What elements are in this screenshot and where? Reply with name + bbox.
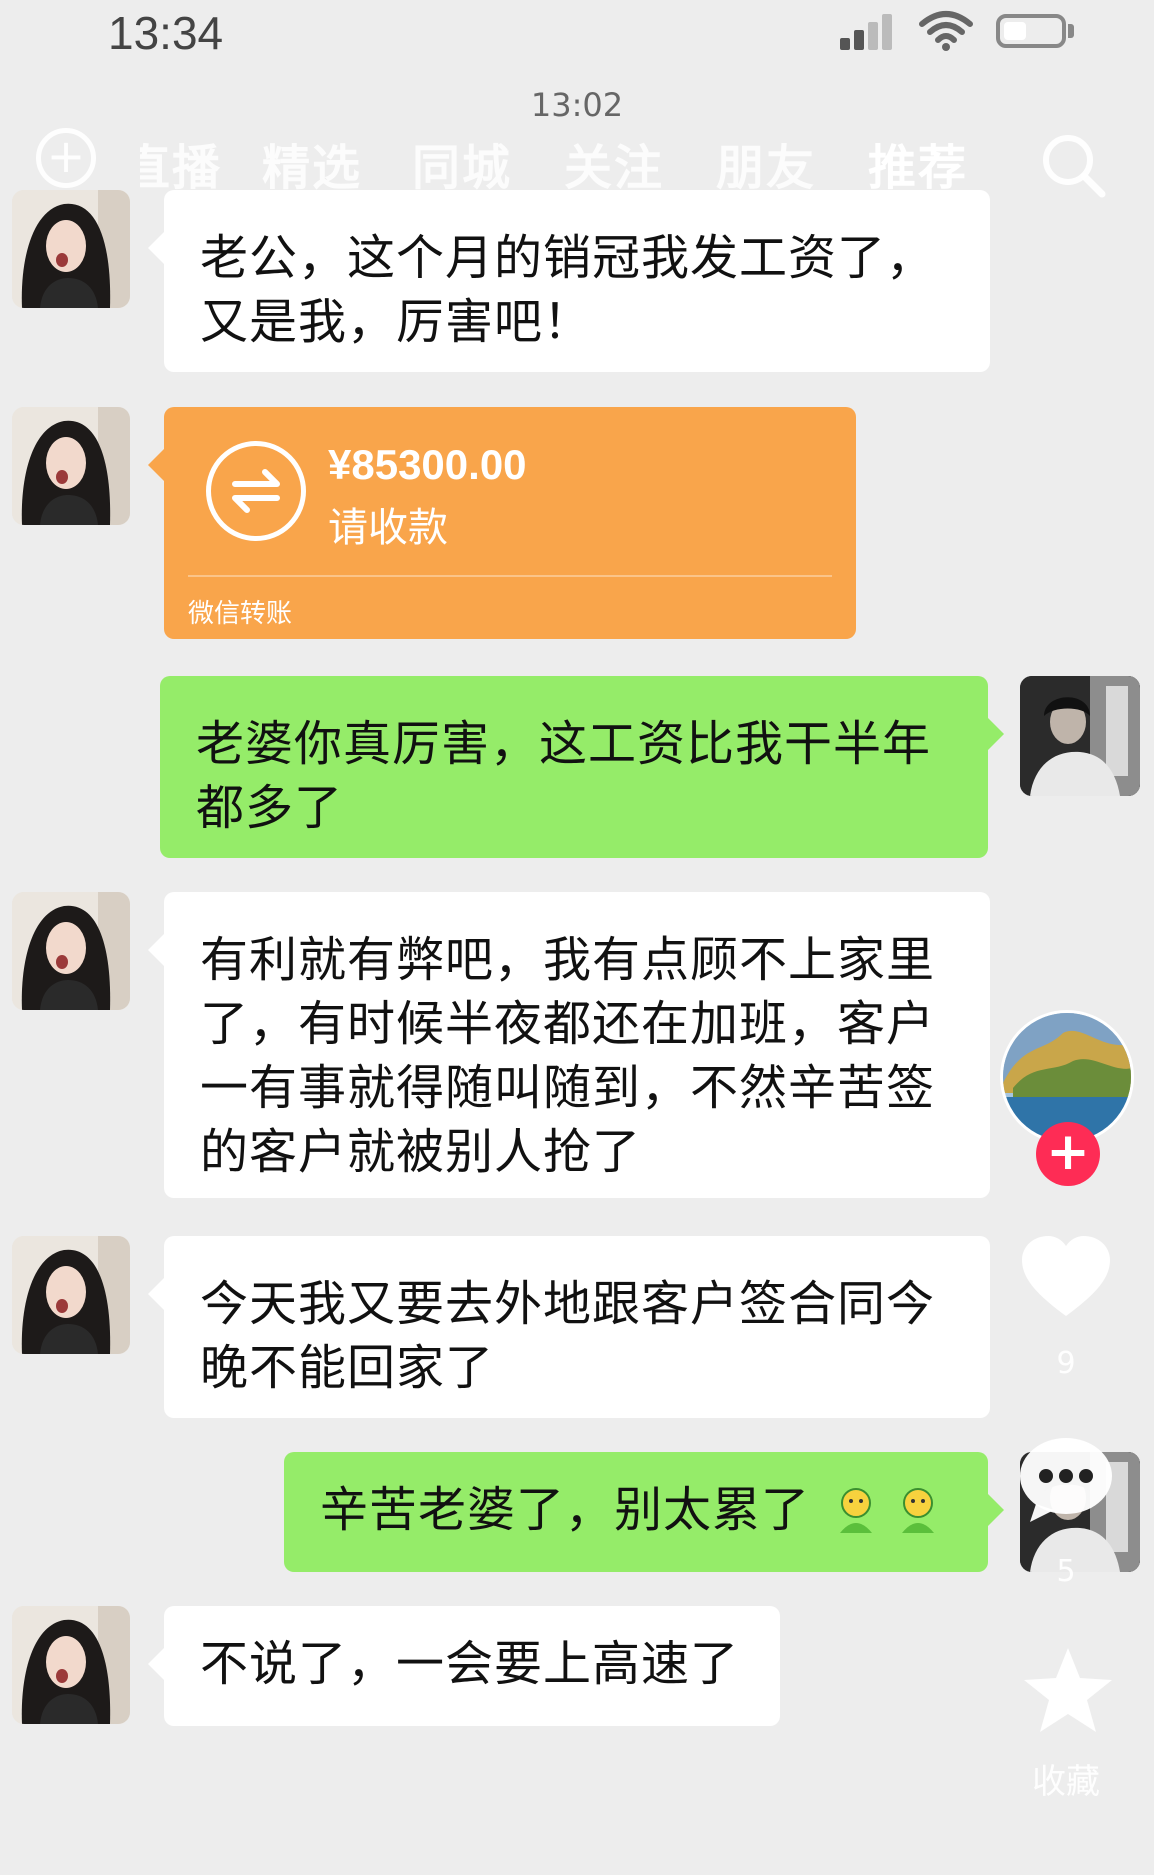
cellular-signal-icon bbox=[840, 14, 900, 50]
contact-avatar[interactable] bbox=[12, 1236, 130, 1354]
tab-nearby[interactable]: 同城 bbox=[412, 128, 512, 198]
message-text: 辛苦老婆了，别太累了 bbox=[320, 1482, 811, 1538]
tab-live[interactable]: 直播 bbox=[140, 128, 222, 198]
message-bubble-incoming[interactable]: 今天我又要去外地跟客户签合同今晚不能回家了 bbox=[148, 1236, 990, 1418]
tab-friends[interactable]: 朋友 bbox=[716, 128, 816, 198]
contact-avatar[interactable] bbox=[12, 190, 130, 308]
transfer-card[interactable]: ¥85300.00 请收款 微信转账 bbox=[148, 407, 856, 639]
wifi-icon bbox=[919, 11, 973, 51]
add-icon[interactable]: + bbox=[36, 128, 96, 188]
message-text: 老婆你真厉害，这工资比我干半年都多了 bbox=[196, 716, 932, 836]
favorite-label: 收藏 bbox=[1032, 1762, 1100, 1802]
search-icon[interactable] bbox=[1038, 130, 1108, 200]
transfer-icon bbox=[206, 441, 306, 541]
message-text: 不说了，一会要上高速了 bbox=[200, 1636, 740, 1692]
message-bubble-incoming[interactable]: 老公，这个月的销冠我发工资了，又是我，厉害吧！ bbox=[148, 190, 990, 372]
top-nav: + 直播 精选 同城 关注 朋友 推荐 bbox=[0, 120, 1154, 216]
battery-icon bbox=[996, 14, 1066, 48]
contact-avatar[interactable] bbox=[12, 407, 130, 525]
chat-timestamp: 13:02 bbox=[530, 86, 624, 124]
favorite-star-icon[interactable] bbox=[1018, 1642, 1118, 1742]
battery-tip bbox=[1068, 24, 1074, 38]
comment-count: 5 bbox=[1056, 1554, 1076, 1589]
contact-avatar[interactable] bbox=[12, 1606, 130, 1724]
transfer-status: 请收款 bbox=[328, 505, 448, 551]
message-bubble-incoming[interactable]: 有利就有弊吧，我有点顾不上家里了，有时候半夜都还在加班，客户一有事就得随叫随到，… bbox=[148, 892, 990, 1198]
like-count: 9 bbox=[1056, 1346, 1076, 1381]
like-heart-icon[interactable] bbox=[1016, 1228, 1116, 1328]
divider bbox=[188, 575, 832, 577]
status-time: 13:34 bbox=[108, 7, 224, 59]
status-bar: 13:34 bbox=[0, 0, 1154, 70]
contact-avatar[interactable] bbox=[12, 892, 130, 1010]
follow-button[interactable]: + bbox=[1036, 1122, 1100, 1186]
my-avatar[interactable] bbox=[1020, 676, 1140, 796]
message-text: 有利就有弊吧，我有点顾不上家里了，有时候半夜都还在加班，客户一有事就得随叫随到，… bbox=[200, 932, 936, 1180]
message-text: 今天我又要去外地跟客户签合同今晚不能回家了 bbox=[200, 1276, 936, 1396]
message-bubble-outgoing[interactable]: 辛苦老婆了，别太累了 bbox=[284, 1452, 1004, 1572]
transfer-amount: ¥85300.00 bbox=[328, 441, 527, 488]
emoji-icon bbox=[840, 1488, 935, 1533]
comment-icon[interactable] bbox=[1016, 1434, 1116, 1524]
message-bubble-incoming[interactable]: 不说了，一会要上高速了 bbox=[148, 1606, 780, 1726]
tab-featured[interactable]: 精选 bbox=[262, 128, 362, 198]
transfer-label: 微信转账 bbox=[188, 599, 293, 629]
tab-following[interactable]: 关注 bbox=[564, 128, 664, 198]
message-bubble-outgoing[interactable]: 老婆你真厉害，这工资比我干半年都多了 bbox=[160, 676, 1004, 858]
message-text: 老公，这个月的销冠我发工资了，又是我，厉害吧！ bbox=[200, 230, 936, 350]
